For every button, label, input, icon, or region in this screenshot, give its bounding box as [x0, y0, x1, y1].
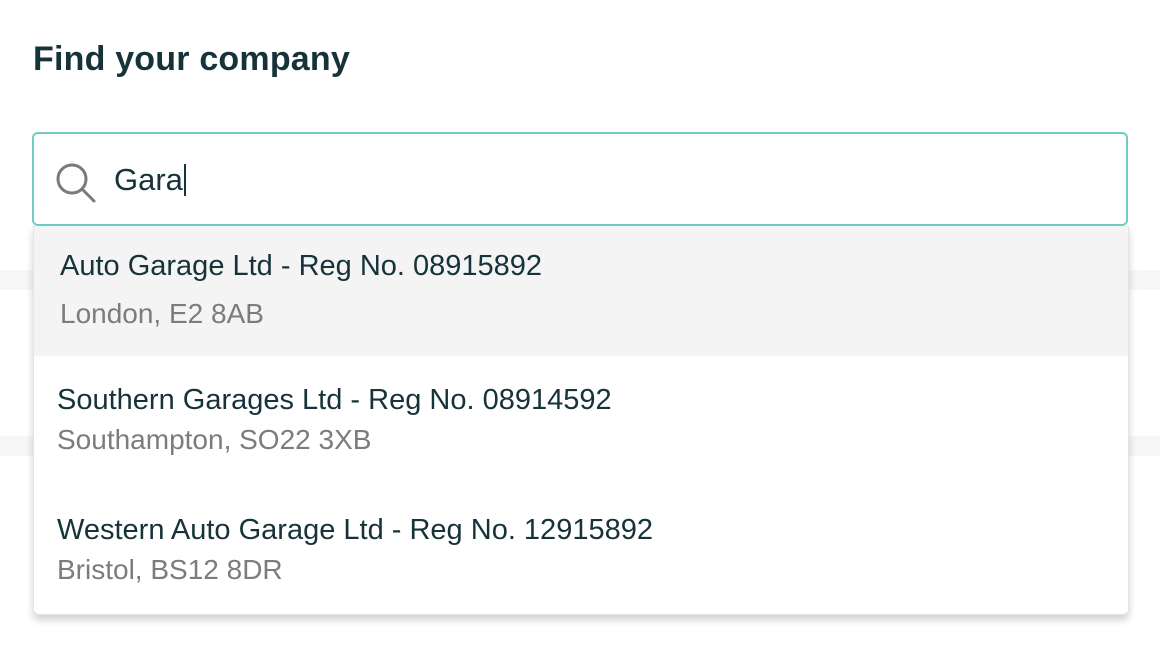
result-company-name: Southern Garages Ltd - Reg No. 08914592	[57, 384, 612, 416]
result-company-name: Western Auto Garage Ltd - Reg No. 129158…	[57, 514, 653, 546]
page: Find your company Gara Auto Garage Ltd -…	[0, 0, 1160, 660]
result-company-address: Southampton, SO22 3XB	[57, 424, 372, 455]
search-result-option[interactable]: Auto Garage Ltd - Reg No. 08915892 Londo…	[34, 226, 1128, 356]
search-icon	[56, 163, 96, 203]
search-result-option[interactable]: Southern Garages Ltd - Reg No. 08914592 …	[34, 356, 1128, 486]
page-title: Find your company	[33, 40, 350, 78]
search-input[interactable]: Gara	[114, 162, 186, 198]
search-results-dropdown: Auto Garage Ltd - Reg No. 08915892 Londo…	[33, 226, 1129, 615]
result-company-address: Bristol, BS12 8DR	[57, 554, 283, 585]
company-search-field[interactable]: Gara	[32, 132, 1128, 226]
result-company-name: Auto Garage Ltd - Reg No. 08915892	[60, 250, 543, 282]
search-result-option[interactable]: Western Auto Garage Ltd - Reg No. 129158…	[34, 486, 1128, 614]
search-input-value: Gara	[114, 162, 183, 197]
result-company-address: London, E2 8AB	[60, 298, 264, 329]
text-caret	[183, 164, 186, 196]
